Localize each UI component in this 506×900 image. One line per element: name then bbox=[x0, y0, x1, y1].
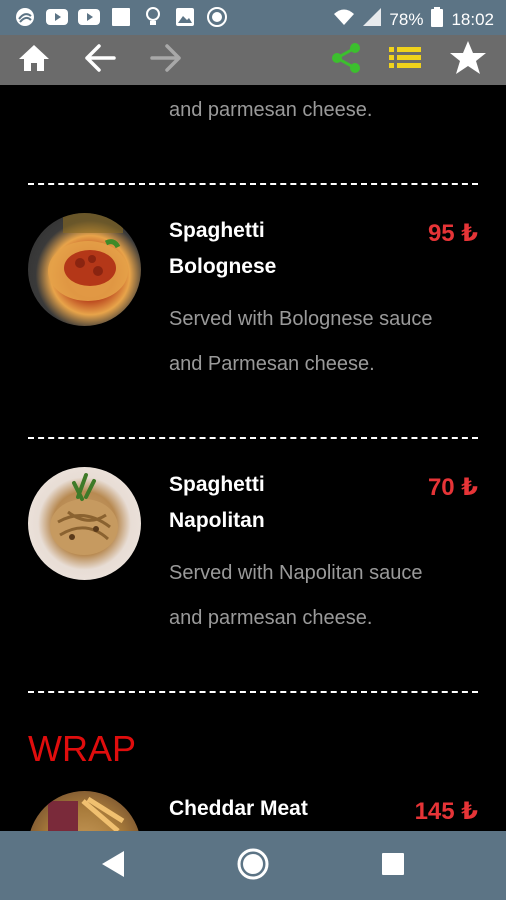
section-title: WRAP bbox=[28, 728, 136, 769]
notification-icons bbox=[14, 7, 228, 27]
cheddar-meat-wrap-image[interactable] bbox=[28, 791, 141, 831]
menu-list-button[interactable] bbox=[385, 40, 425, 80]
item-divider bbox=[28, 183, 478, 185]
item-divider bbox=[28, 437, 478, 439]
battery-percent: 78% bbox=[389, 9, 424, 29]
spaghetti-napolitan-image[interactable] bbox=[28, 467, 141, 580]
forward-button[interactable] bbox=[146, 40, 186, 80]
menu-content[interactable]: and parmesan cheese. Spaghetti Bolognese… bbox=[0, 85, 506, 831]
item-description: Served with Napolitan sauce and parmesan… bbox=[169, 562, 423, 629]
youtube-icon bbox=[78, 7, 100, 27]
share-button[interactable] bbox=[326, 40, 366, 80]
item-price: 70 ₺ bbox=[427, 474, 478, 501]
list-icon bbox=[389, 46, 421, 75]
item-name: Spaghetti Napolitan bbox=[169, 473, 265, 532]
app-toolbar bbox=[0, 35, 506, 85]
home-icon bbox=[17, 43, 51, 78]
arrow-left-icon bbox=[83, 43, 117, 78]
youtube-icon bbox=[46, 7, 68, 27]
signal-icon bbox=[363, 8, 382, 31]
system-status: 78% 18:02 bbox=[333, 7, 494, 32]
back-button[interactable] bbox=[80, 40, 120, 80]
app-logo-icon bbox=[14, 7, 36, 27]
nav-back-button[interactable] bbox=[92, 845, 134, 887]
favorite-button[interactable] bbox=[448, 40, 488, 80]
home-button[interactable] bbox=[14, 40, 54, 80]
square-icon bbox=[110, 7, 132, 27]
item-name: Spaghetti Bolognese bbox=[169, 219, 277, 278]
battery-icon bbox=[431, 7, 444, 32]
item-description: Served with Bolognese sauce and Parmesan… bbox=[169, 308, 433, 375]
square-recents-icon bbox=[381, 852, 405, 881]
triangle-back-icon bbox=[100, 849, 126, 884]
item-divider bbox=[28, 691, 478, 693]
record-icon bbox=[206, 7, 228, 27]
star-icon bbox=[449, 40, 487, 81]
item-price: 95 ₺ bbox=[427, 220, 478, 247]
spaghetti-bolognese-image[interactable] bbox=[28, 213, 141, 326]
status-bar: 78% 18:02 bbox=[0, 0, 506, 35]
system-nav-bar bbox=[0, 831, 506, 900]
share-icon bbox=[330, 42, 362, 79]
arrow-right-icon bbox=[149, 43, 183, 78]
item-name: Cheddar Meat bbox=[169, 797, 308, 820]
item-price: 145 ₺ bbox=[414, 798, 478, 825]
clock: 18:02 bbox=[451, 9, 494, 29]
lightbulb-icon bbox=[142, 7, 164, 27]
circle-home-icon bbox=[236, 847, 270, 886]
nav-home-button[interactable] bbox=[232, 845, 274, 887]
nav-recents-button[interactable] bbox=[372, 845, 414, 887]
item-description: and parmesan cheese. bbox=[169, 99, 373, 121]
image-icon bbox=[174, 7, 196, 27]
wifi-icon bbox=[333, 8, 355, 31]
